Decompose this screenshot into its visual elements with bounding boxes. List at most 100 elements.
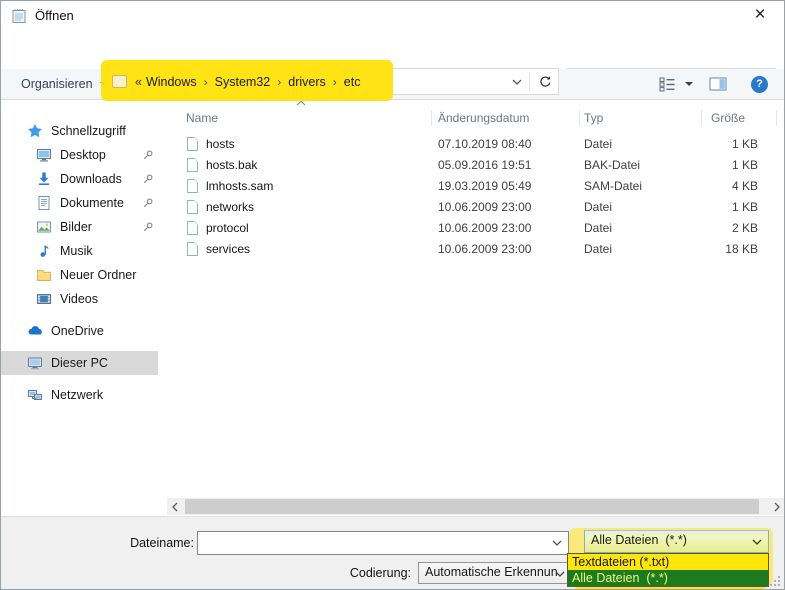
filename-dropdown-chevron-icon[interactable] xyxy=(552,540,562,546)
breadcrumb-item-system32[interactable]: System32 xyxy=(215,75,271,89)
file-date: 19.03.2019 05:49 xyxy=(438,176,531,197)
breadcrumb-overflow[interactable]: « xyxy=(135,75,142,89)
address-divider xyxy=(529,72,530,91)
file-row[interactable]: protocol 10.06.2009 23:00 Datei 2 KB xyxy=(166,218,785,239)
sidebar-item-icon xyxy=(27,355,44,371)
music-icon xyxy=(36,243,52,259)
sidebar-item-icon xyxy=(27,123,44,139)
sidebar-item-musik[interactable]: Musik xyxy=(1,239,166,263)
open-file-dialog: Öffnen × ← → ↑ « Windows xyxy=(0,0,785,590)
file-type: Datei xyxy=(584,218,612,239)
file-type: Datei xyxy=(584,197,612,218)
sidebar-item-label: Dieser PC xyxy=(51,356,108,370)
file-date: 10.06.2009 23:00 xyxy=(438,197,531,218)
filetype-option-all[interactable]: Alle Dateien (*.*) xyxy=(568,570,768,586)
network-icon xyxy=(27,387,43,403)
list-view-icon xyxy=(659,77,676,92)
file-icon xyxy=(187,242,198,256)
encoding-label: Codierung: xyxy=(301,566,411,580)
column-header-date[interactable]: Änderungsdatum xyxy=(438,108,529,128)
scroll-left-arrow[interactable] xyxy=(167,498,183,515)
breadcrumb-separator: › xyxy=(204,75,208,89)
sidebar-item-netzwerk[interactable]: Netzwerk xyxy=(1,383,166,407)
file-row[interactable]: hosts 07.10.2019 08:40 Datei 1 KB xyxy=(166,134,785,155)
sidebar-item-videos[interactable]: Videos xyxy=(1,287,166,311)
sidebar-item-neuer-ordner[interactable]: Neuer Ordner xyxy=(1,263,166,287)
file-type: Datei xyxy=(584,239,612,260)
sidebar-item-label: Schnellzugriff xyxy=(51,124,126,138)
close-button[interactable]: × xyxy=(740,1,780,31)
file-name: protocol xyxy=(206,218,249,239)
filetype-select[interactable]: Alle Dateien (*.*) xyxy=(584,530,769,553)
pin-icon xyxy=(142,221,154,233)
file-size: 2 KB xyxy=(666,218,758,239)
pin-icon xyxy=(142,149,154,161)
navigation-bar: ← → ↑ « Windows › System32 › xyxy=(1,31,784,69)
file-icon xyxy=(187,179,198,193)
sidebar-item-icon xyxy=(36,267,53,283)
file-row[interactable]: lmhosts.sam 19.03.2019 05:49 SAM-Datei 4… xyxy=(166,176,785,197)
sidebar-item-label: Downloads xyxy=(60,172,122,186)
file-size: 4 KB xyxy=(666,176,758,197)
sidebar-item-dokumente[interactable]: Dokumente xyxy=(1,191,166,215)
sidebar-item-schnellzugriff[interactable]: Schnellzugriff xyxy=(1,119,166,143)
organize-label: Organisieren xyxy=(21,77,93,91)
file-name: hosts xyxy=(206,134,235,155)
sidebar-item-label: Videos xyxy=(60,292,98,306)
scrollbar-thumb[interactable] xyxy=(185,499,759,514)
breadcrumb-item-etc[interactable]: etc xyxy=(344,75,361,89)
file-row[interactable]: networks 10.06.2009 23:00 Datei 1 KB xyxy=(166,197,785,218)
breadcrumb-separator: › xyxy=(277,75,281,89)
file-row[interactable]: services 10.06.2009 23:00 Datei 18 KB xyxy=(166,239,785,260)
breadcrumb-item-windows[interactable]: Windows xyxy=(146,75,197,89)
filename-combobox xyxy=(197,531,569,555)
scroll-right-arrow[interactable] xyxy=(769,498,785,515)
sidebar-item-icon xyxy=(27,387,44,403)
view-mode-button[interactable] xyxy=(659,69,676,99)
breadcrumb: « Windows › System32 › drivers › etc xyxy=(108,69,360,94)
file-list: Name Änderungsdatum Typ Größe hosts 07.1… xyxy=(166,100,785,498)
sidebar-item-dieser-pc[interactable]: Dieser PC xyxy=(1,351,158,375)
encoding-select[interactable]: Automatische Erkennun xyxy=(418,562,571,584)
refresh-button[interactable] xyxy=(531,69,559,94)
horizontal-scrollbar[interactable] xyxy=(167,498,785,515)
sidebar-item-icon xyxy=(36,243,53,259)
view-mode-chevron[interactable] xyxy=(685,69,693,99)
file-date: 07.10.2019 08:40 xyxy=(438,134,531,155)
notepad-icon xyxy=(11,8,27,24)
column-header-size[interactable]: Größe xyxy=(711,108,745,128)
sidebar-item-icon xyxy=(36,291,53,307)
documents-icon xyxy=(36,195,52,211)
help-button[interactable]: ? xyxy=(751,69,768,99)
file-icon xyxy=(187,158,198,172)
videos-icon xyxy=(36,291,52,307)
sidebar-item-label: Musik xyxy=(60,244,93,258)
file-name: networks xyxy=(206,197,254,218)
title-bar: Öffnen × xyxy=(1,1,784,31)
filename-label: Dateiname: xyxy=(91,536,194,550)
encoding-chevron-icon xyxy=(555,571,565,577)
sidebar-item-label: Bilder xyxy=(60,220,92,234)
file-name: services xyxy=(206,239,250,260)
file-size: 18 KB xyxy=(666,239,758,260)
sidebar-item-label: Neuer Ordner xyxy=(60,268,136,282)
breadcrumb-item-drivers[interactable]: drivers xyxy=(288,75,326,89)
file-row[interactable]: hosts.bak 05.09.2016 19:51 BAK-Datei 1 K… xyxy=(166,155,785,176)
address-dropdown-chevron-icon[interactable] xyxy=(505,69,529,94)
sidebar-item-downloads[interactable]: Downloads xyxy=(1,167,166,191)
filetype-chevron-icon xyxy=(752,539,762,545)
filename-input[interactable] xyxy=(202,533,542,553)
sidebar-item-bilder[interactable]: Bilder xyxy=(1,215,166,239)
file-icon xyxy=(187,137,198,151)
preview-pane-button[interactable] xyxy=(709,69,727,99)
pictures-icon xyxy=(36,219,52,235)
sidebar-item-onedrive[interactable]: OneDrive xyxy=(1,319,166,343)
organize-button[interactable]: Organisieren xyxy=(21,69,108,99)
folder-icon xyxy=(112,75,127,88)
sidebar-item-desktop[interactable]: Desktop xyxy=(1,143,166,167)
filetype-option-txt[interactable]: Textdateien (*.txt) xyxy=(568,554,768,570)
help-icon: ? xyxy=(751,76,768,93)
column-header-type[interactable]: Typ xyxy=(584,108,603,128)
file-type: Datei xyxy=(584,134,612,155)
column-header-name[interactable]: Name xyxy=(186,108,218,128)
